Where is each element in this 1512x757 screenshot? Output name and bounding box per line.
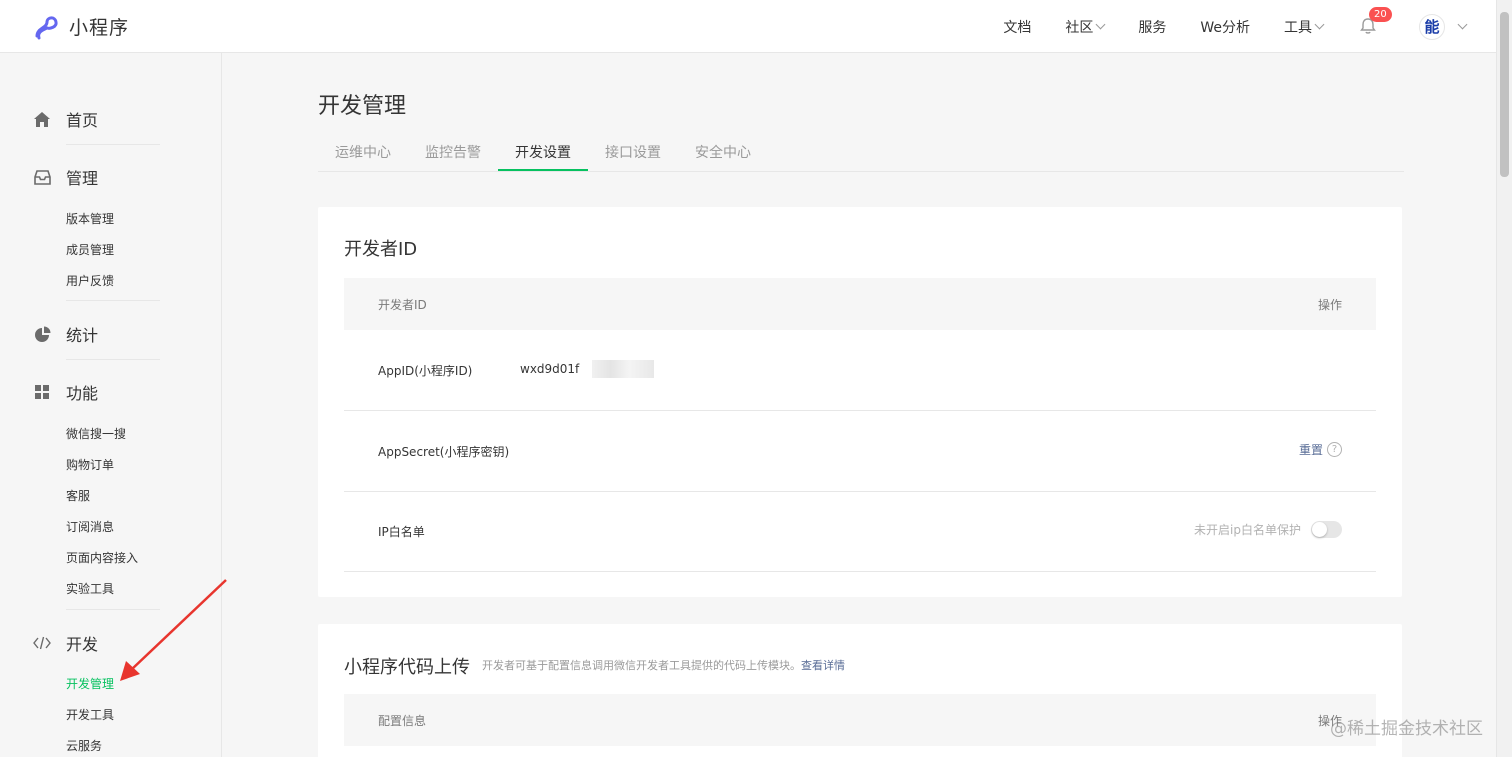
sidebar-item-page-content[interactable]: 页面内容接入 <box>66 549 138 566</box>
table-row: IP白名单 未开启ip白名单保护 <box>344 491 1376 572</box>
sidebar-item-user-feedback[interactable]: 用户反馈 <box>66 272 114 289</box>
nav-docs-label: 文档 <box>1003 19 1032 36</box>
top-nav: 文档 社区 服务 We分析 工具 20 能 <box>969 0 1468 53</box>
scrollbar-thumb[interactable] <box>1500 12 1509 177</box>
column-header: 开发者ID <box>378 298 427 312</box>
sidebar-item-dev-manage[interactable]: 开发管理 <box>66 675 114 692</box>
redacted-mask <box>592 360 654 378</box>
watermark: @稀土掘金技术社区 <box>1330 719 1483 739</box>
ip-whitelist-hint: 未开启ip白名单保护 <box>1194 523 1301 537</box>
ip-whitelist-label: IP白名单 <box>378 525 425 539</box>
sidebar-item-label: 管理 <box>66 169 99 188</box>
sidebar-item-features[interactable]: 功能 <box>33 380 98 404</box>
toggle-knob <box>1312 522 1327 537</box>
appid-label: AppID(小程序ID) <box>378 364 473 378</box>
card-title: 开发者ID <box>344 239 418 260</box>
chevron-down-icon <box>1095 19 1106 30</box>
help-icon[interactable]: ? <box>1327 442 1342 457</box>
sidebar-item-label: 统计 <box>66 326 99 345</box>
sidebar-item-dev-tools[interactable]: 开发工具 <box>66 706 114 723</box>
notification-badge: 20 <box>1369 6 1392 22</box>
sidebar-item-label: 开发 <box>66 635 99 654</box>
sidebar-item-manage[interactable]: 管理 <box>33 165 98 189</box>
card-title: 小程序代码上传 <box>344 657 470 678</box>
tab-bar: 运维中心 监控告警 开发设置 接口设置 安全中心 <box>318 135 1404 172</box>
home-icon <box>33 110 51 128</box>
divider <box>66 359 160 360</box>
sidebar: 首页 管理 版本管理 成员管理 用户反馈 统计 功能 微信搜一搜 购物订单 客服… <box>0 53 222 757</box>
appsecret-label: AppSecret(小程序密钥) <box>378 445 510 459</box>
sidebar-item-label: 功能 <box>66 384 99 403</box>
tab-ops-center[interactable]: 运维中心 <box>318 135 408 171</box>
nav-services-label: 服务 <box>1138 19 1167 36</box>
chevron-down-icon <box>1314 19 1325 30</box>
sidebar-item-version-manage[interactable]: 版本管理 <box>66 210 114 227</box>
nav-we-analysis[interactable]: We分析 <box>1200 17 1250 37</box>
pie-chart-icon <box>33 325 51 343</box>
sidebar-item-shopping-orders[interactable]: 购物订单 <box>66 456 114 473</box>
sidebar-item-experiment-tools[interactable]: 实验工具 <box>66 580 114 597</box>
nav-docs[interactable]: 文档 <box>1003 17 1031 37</box>
code-upload-card: 小程序代码上传 开发者可基于配置信息调用微信开发者工具提供的代码上传模块。查看详… <box>318 624 1402 757</box>
chevron-down-icon[interactable] <box>1457 19 1468 30</box>
inbox-icon <box>33 168 51 186</box>
top-bar: 小程序 文档 社区 服务 We分析 工具 20 能 <box>0 0 1496 53</box>
reset-action: 重置 ? <box>1299 441 1342 458</box>
sidebar-item-subscription-messages[interactable]: 订阅消息 <box>66 518 114 535</box>
tab-api-settings[interactable]: 接口设置 <box>588 135 678 171</box>
logo-text: 小程序 <box>69 17 130 39</box>
avatar[interactable]: 能 <box>1419 13 1445 40</box>
table-header: 开发者ID 操作 <box>344 278 1376 330</box>
tab-dev-settings[interactable]: 开发设置 <box>498 135 588 171</box>
card-description: 开发者可基于配置信息调用微信开发者工具提供的代码上传模块。查看详情 <box>482 657 845 673</box>
sidebar-item-member-manage[interactable]: 成员管理 <box>66 241 114 258</box>
tab-security-center[interactable]: 安全中心 <box>678 135 768 171</box>
developer-id-card: 开发者ID 开发者ID 操作 AppID(小程序ID) wxd9d01f App… <box>318 207 1402 597</box>
reset-link[interactable]: 重置 <box>1299 441 1323 458</box>
page-title: 开发管理 <box>318 94 407 119</box>
column-header: 操作 <box>1317 298 1342 312</box>
sidebar-item-dev[interactable]: 开发 <box>33 631 98 655</box>
sidebar-item-wechat-search[interactable]: 微信搜一搜 <box>66 425 126 442</box>
code-icon <box>33 634 51 652</box>
sidebar-item-cloud-service[interactable]: 云服务 <box>66 737 102 754</box>
tab-monitoring[interactable]: 监控告警 <box>408 135 498 171</box>
notification-button[interactable]: 20 <box>1359 6 1392 37</box>
nav-community-label: 社区 <box>1065 19 1094 36</box>
table-header: 配置信息 操作 <box>344 694 1376 746</box>
divider <box>66 144 160 145</box>
column-header: 配置信息 <box>378 714 427 728</box>
divider <box>66 609 160 610</box>
sidebar-item-home[interactable]: 首页 <box>33 107 98 131</box>
appid-value: wxd9d01f <box>520 362 580 376</box>
table-row: AppSecret(小程序密钥) 重置 ? <box>344 411 1376 492</box>
nav-we-analysis-label: We分析 <box>1200 19 1250 36</box>
nav-tools-label: 工具 <box>1284 19 1312 36</box>
ip-whitelist-toggle[interactable] <box>1311 521 1342 538</box>
nav-services[interactable]: 服务 <box>1138 17 1166 37</box>
divider <box>66 300 160 301</box>
view-details-link[interactable]: 查看详情 <box>801 659 845 672</box>
nav-community[interactable]: 社区 <box>1065 17 1106 37</box>
description-text: 开发者可基于配置信息调用微信开发者工具提供的代码上传模块。 <box>482 659 801 672</box>
scrollbar[interactable] <box>1496 0 1512 757</box>
sidebar-item-customer-service[interactable]: 客服 <box>66 487 90 504</box>
sidebar-item-stats[interactable]: 统计 <box>33 322 98 346</box>
ip-whitelist-control: 未开启ip白名单保护 <box>1194 521 1342 538</box>
logo[interactable]: 小程序 <box>33 13 129 40</box>
mini-program-logo-icon <box>35 15 58 39</box>
sidebar-item-label: 首页 <box>66 111 99 130</box>
table-row: AppID(小程序ID) wxd9d01f <box>344 330 1376 411</box>
grid-icon <box>33 383 51 401</box>
nav-tools[interactable]: 工具 <box>1284 17 1325 37</box>
